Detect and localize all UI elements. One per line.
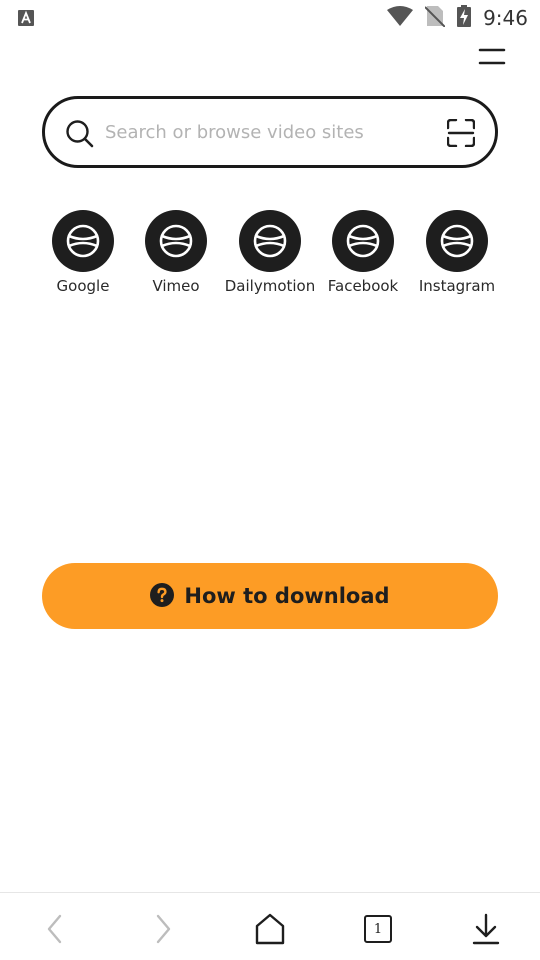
tabs-icon[interactable]: 1	[358, 909, 398, 949]
site-label: Vimeo	[152, 277, 200, 295]
no-sim-icon	[424, 5, 446, 31]
menu-icon[interactable]	[478, 46, 506, 68]
forward-icon[interactable]	[143, 909, 183, 949]
tab-count: 1	[364, 915, 392, 943]
globe-icon	[239, 210, 301, 272]
globe-icon	[332, 210, 394, 272]
download-icon[interactable]	[466, 909, 506, 949]
wifi-icon	[387, 6, 414, 30]
status-time: 9:46	[483, 6, 528, 30]
how-to-download-button[interactable]: How to download	[42, 563, 498, 629]
site-dailymotion[interactable]: Dailymotion	[220, 210, 320, 306]
globe-icon	[145, 210, 207, 272]
home-icon[interactable]	[250, 909, 290, 949]
search-input[interactable]	[105, 115, 425, 149]
site-vimeo[interactable]: Vimeo	[126, 210, 226, 306]
site-label: Dailymotion	[224, 277, 316, 295]
site-label: Instagram	[418, 277, 496, 295]
site-label: Facebook	[327, 277, 399, 295]
back-icon[interactable]	[35, 909, 75, 949]
how-to-download-label: How to download	[184, 584, 390, 608]
globe-icon	[52, 210, 114, 272]
browser-home-screen: 9:46 Google	[0, 0, 540, 960]
bottom-navigation: 1	[0, 892, 540, 960]
battery-charging-icon	[457, 5, 472, 31]
status-bar: 9:46	[0, 0, 540, 36]
search-bar[interactable]	[42, 96, 498, 168]
scan-icon[interactable]	[446, 118, 476, 151]
site-facebook[interactable]: Facebook	[313, 210, 413, 306]
site-google[interactable]: Google	[33, 210, 133, 306]
quick-sites: Google Vimeo Dailymotion Facebook Instag…	[0, 210, 540, 310]
question-circle-icon	[150, 582, 175, 610]
site-label: Google	[56, 277, 110, 295]
app-notification-icon	[18, 10, 34, 30]
search-icon	[65, 119, 95, 153]
status-icons: 9:46	[387, 5, 528, 31]
site-instagram[interactable]: Instagram	[407, 210, 507, 306]
globe-icon	[426, 210, 488, 272]
